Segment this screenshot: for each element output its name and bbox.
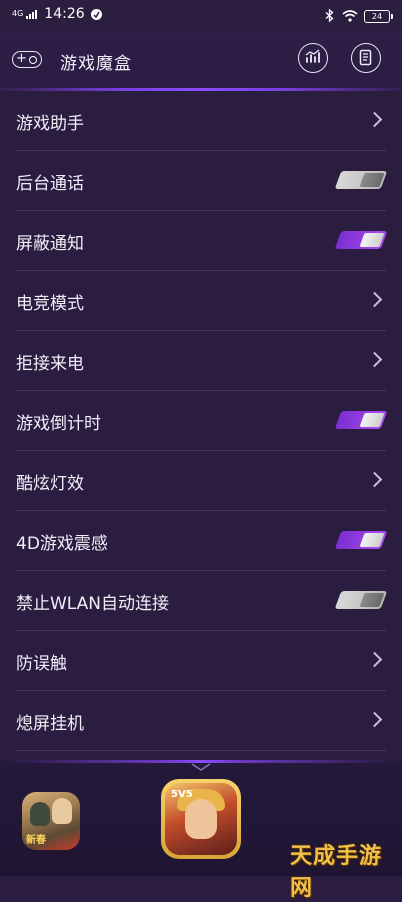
setting-light-effects[interactable]: 酷炫灯效 [16, 451, 386, 511]
chevron-right-icon [366, 471, 383, 488]
setting-label: 熄屏挂机 [16, 714, 84, 734]
bluetooth-icon [325, 8, 334, 25]
game-pubg[interactable]: 新春 [22, 792, 80, 850]
setting-label: 4D游戏震感 [16, 534, 108, 554]
setting-game-countdown: 游戏倒计时 [16, 391, 388, 451]
setting-block-notifications: 屏蔽通知 [16, 211, 388, 271]
chevron-right-icon [366, 111, 383, 128]
setting-4d-vibration: 4D游戏震感 [16, 511, 388, 571]
setting-screen-off-idle[interactable]: 熄屏挂机 [16, 691, 386, 751]
setting-background-call: 后台通话 [16, 151, 388, 211]
chevron-right-icon [366, 351, 383, 368]
setting-label: 禁止WLAN自动连接 [16, 594, 170, 614]
setting-game-assistant[interactable]: 游戏助手 [16, 91, 386, 151]
setting-label: 游戏倒计时 [16, 414, 101, 434]
notes-button[interactable] [351, 43, 381, 73]
notes-icon [359, 49, 372, 66]
status-time: 14:26 [44, 6, 85, 22]
wifi-icon [342, 7, 358, 26]
setting-label: 防误触 [16, 654, 67, 674]
chevron-right-icon [366, 291, 383, 308]
game-icon-image: 5V5 [165, 783, 237, 855]
watermark: 天成手游网 [290, 844, 383, 901]
status-bar: 4G 14:26 24 [0, 0, 402, 30]
game-honor-of-kings[interactable]: 5V5 [161, 779, 241, 859]
setting-label: 电竞模式 [16, 294, 84, 314]
status-left: 4G 14:26 [12, 6, 102, 22]
battery-icon: 24 [364, 10, 393, 23]
setting-label: 拒接来电 [16, 354, 84, 374]
app-header: + 游戏魔盒 [0, 30, 402, 90]
network-type: 4G [12, 9, 24, 18]
page-title: 游戏魔盒 [60, 54, 132, 74]
settings-list: 游戏助手 后台通话 屏蔽通知 电竞模式 拒接来电 游戏倒计时 酷炫灯效 4D游戏… [0, 91, 402, 751]
game-badge: 新春 [26, 835, 46, 846]
chevron-down-icon[interactable] [186, 762, 216, 772]
chevron-right-icon [366, 651, 383, 668]
chevron-right-icon [366, 711, 383, 728]
game-badge: 5V5 [171, 789, 193, 800]
setting-label: 酷炫灯效 [16, 474, 84, 494]
setting-anti-mistouch[interactable]: 防误触 [16, 631, 386, 691]
signal-icon [26, 9, 38, 19]
setting-reject-calls[interactable]: 拒接来电 [16, 331, 386, 391]
vibration-toggle[interactable] [334, 531, 388, 549]
setting-label: 后台通话 [16, 174, 84, 194]
notification-icon [90, 8, 102, 20]
wlan-autoconnect-toggle[interactable] [334, 591, 388, 609]
stats-button[interactable] [298, 43, 328, 73]
stats-icon [305, 49, 320, 63]
game-countdown-toggle[interactable] [334, 411, 388, 429]
gamepad-icon[interactable]: + [12, 51, 42, 68]
setting-disable-wlan-autoconnect: 禁止WLAN自动连接 [16, 571, 388, 631]
block-notifications-toggle[interactable] [334, 231, 388, 249]
setting-esports-mode[interactable]: 电竞模式 [16, 271, 386, 331]
status-right: 24 [325, 7, 393, 26]
setting-label: 游戏助手 [16, 114, 84, 134]
background-call-toggle[interactable] [334, 171, 388, 189]
setting-label: 屏蔽通知 [16, 234, 84, 254]
